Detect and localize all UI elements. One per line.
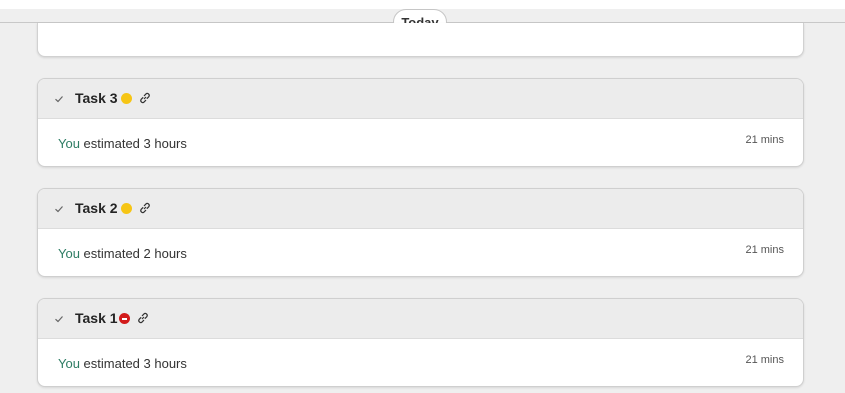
timestamp: 21 mins	[745, 354, 784, 366]
activity-message: estimated 3 hours	[79, 356, 187, 371]
task-card-body: You estimated 2 hours 21 mins	[38, 229, 803, 276]
timestamp: 21 mins	[745, 134, 784, 146]
task-card[interactable]: Task 1 You estimated 3 hours 21 mins	[37, 298, 804, 387]
timestamp: 21 mins	[745, 244, 784, 256]
task-card[interactable]: Task 2 You estimated 2 hours 21 mins	[37, 188, 804, 277]
activity-text: You estimated 3 hours	[58, 356, 187, 371]
top-strip	[0, 0, 845, 9]
task-card-header[interactable]: Task 1	[38, 299, 803, 339]
activity-text: You estimated 3 hours	[58, 136, 187, 151]
task-card-body: You estimated 3 hours 21 mins	[38, 339, 803, 386]
check-icon[interactable]	[54, 204, 64, 214]
blocked-status-icon	[119, 313, 130, 324]
task-title[interactable]: Task 1	[75, 310, 118, 326]
link-icon[interactable]	[138, 201, 152, 215]
activity-message: estimated 3 hours	[79, 136, 187, 151]
activity-feed: Today Task 3 You estimated 3 hours 21 mi…	[0, 0, 845, 393]
check-icon[interactable]	[54, 314, 64, 324]
task-card[interactable]: Task 3 You estimated 3 hours 21 mins	[37, 78, 804, 167]
activity-message: estimated 2 hours	[79, 246, 187, 261]
task-title[interactable]: Task 3	[75, 90, 118, 106]
actor-name[interactable]: You	[58, 246, 80, 261]
actor-name[interactable]: You	[58, 356, 80, 371]
status-dot-icon	[121, 203, 132, 214]
task-title[interactable]: Task 2	[75, 200, 118, 216]
link-icon[interactable]	[136, 311, 150, 325]
previous-card	[37, 23, 804, 57]
check-icon[interactable]	[54, 94, 64, 104]
activity-text: You estimated 2 hours	[58, 246, 187, 261]
actor-name[interactable]: You	[58, 136, 80, 151]
link-icon[interactable]	[138, 91, 152, 105]
task-card-header[interactable]: Task 3	[38, 79, 803, 119]
task-card-body: You estimated 3 hours 21 mins	[38, 119, 803, 166]
task-card-header[interactable]: Task 2	[38, 189, 803, 229]
status-dot-icon	[121, 93, 132, 104]
